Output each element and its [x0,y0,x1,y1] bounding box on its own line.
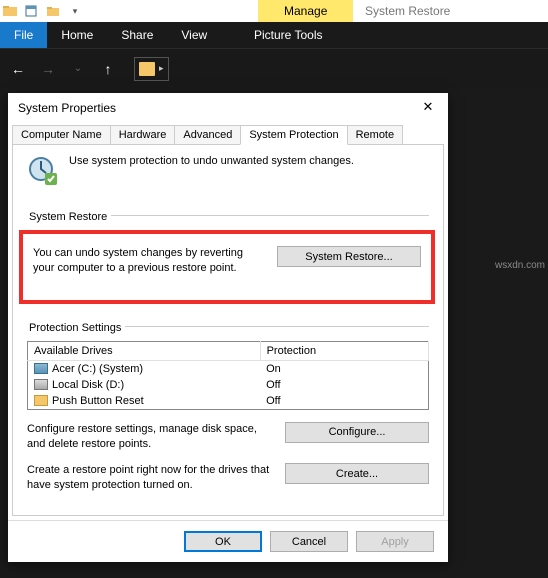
drives-table[interactable]: Available Drives Protection Acer (C:) (S… [27,341,429,410]
ok-button[interactable]: OK [184,531,262,552]
tab-hardware[interactable]: Hardware [110,125,176,145]
apply-button[interactable]: Apply [356,531,434,552]
dialog-buttons: OK Cancel Apply [8,520,448,562]
tab-share[interactable]: Share [107,22,167,48]
col-protection[interactable]: Protection [260,341,428,360]
configure-description: Configure restore settings, manage disk … [27,422,275,452]
drive-protection: Off [260,377,428,393]
qat-properties-icon[interactable] [20,2,42,20]
group-protection-settings: Protection Settings [25,322,125,334]
folder-icon [2,3,18,19]
tab-advanced[interactable]: Advanced [174,125,241,145]
tab-picture-tools[interactable]: Picture Tools [240,22,336,48]
system-restore-button[interactable]: System Restore... [277,246,421,267]
drive-icon [34,379,48,390]
recent-locations-button[interactable]: ⌄ [68,59,88,79]
highlight-annotation: You can undo system changes by reverting… [19,230,435,304]
drive-icon [34,363,48,374]
create-button[interactable]: Create... [285,463,429,484]
nav-toolbar: ← → ⌄ ↑ ▸ [0,48,548,88]
tab-view[interactable]: View [167,22,221,48]
chevron-right-icon: ▸ [159,63,164,74]
ribbon-tabs: File Home Share View Picture Tools [0,22,548,48]
drive-icon [34,395,48,406]
watermark: wsxdn.com [495,260,545,271]
dialog-title: System Properties [18,101,116,115]
cancel-button[interactable]: Cancel [270,531,348,552]
contextual-tab-manage[interactable]: Manage [258,0,353,22]
drive-protection: Off [260,393,428,410]
address-bar[interactable]: ▸ [134,57,169,81]
drive-protection: On [260,360,428,377]
col-available-drives[interactable]: Available Drives [28,341,261,360]
create-description: Create a restore point right now for the… [27,463,275,493]
dialog-tabs: Computer Name Hardware Advanced System P… [8,123,448,145]
dialog-titlebar: System Properties ✕ [8,93,448,123]
window-title: System Restore [365,4,450,18]
restore-description: You can undo system changes by reverting… [33,246,267,276]
up-button[interactable]: ↑ [98,59,118,79]
shield-restore-icon [27,155,59,187]
drive-name: Local Disk (D:) [52,379,124,391]
qat-new-folder-icon[interactable] [42,2,64,20]
explorer-titlebar: ▾ Manage System Restore [0,0,548,22]
tab-computer-name[interactable]: Computer Name [12,125,111,145]
tab-system-protection[interactable]: System Protection [240,125,347,145]
configure-button[interactable]: Configure... [285,422,429,443]
forward-button[interactable]: → [38,59,58,79]
tab-panel: Use system protection to undo unwanted s… [12,144,444,516]
folder-icon [139,62,155,76]
table-row[interactable]: Local Disk (D:) Off [28,377,429,393]
tab-file[interactable]: File [0,22,47,48]
intro-text: Use system protection to undo unwanted s… [69,155,354,167]
system-properties-dialog: System Properties ✕ Computer Name Hardwa… [8,93,448,562]
drive-name: Acer (C:) (System) [52,363,143,375]
table-row[interactable]: Push Button Reset Off [28,393,429,410]
drive-name: Push Button Reset [52,395,144,407]
tab-remote[interactable]: Remote [347,125,404,145]
group-system-restore: System Restore [25,211,111,223]
qat-customize-icon[interactable]: ▾ [64,2,86,20]
close-icon[interactable]: ✕ [418,98,438,118]
back-button[interactable]: ← [8,59,28,79]
table-row[interactable]: Acer (C:) (System) On [28,360,429,377]
tab-home[interactable]: Home [47,22,107,48]
